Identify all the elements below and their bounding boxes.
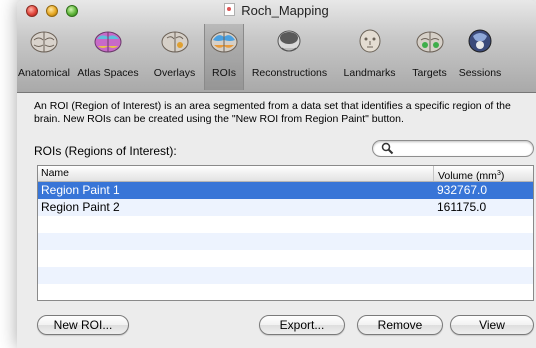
rois-panel: An ROI (Region of Interest) is an area s… xyxy=(17,93,536,348)
toolbar-item-atlas-spaces[interactable]: Atlas Spaces xyxy=(71,24,145,90)
toolbar-label-landmarks: Landmarks xyxy=(343,67,396,79)
table-row[interactable]: Region Paint 1 932767.0 xyxy=(38,182,533,199)
new-roi-button[interactable]: New ROI... xyxy=(37,315,129,335)
document-icon xyxy=(224,3,236,16)
row-name: Region Paint 2 xyxy=(41,200,120,214)
toolbar-item-reconstructions[interactable]: Reconstructions xyxy=(244,24,335,90)
row-volume: 932767.0 xyxy=(437,183,488,197)
export-button[interactable]: Export... xyxy=(259,315,345,335)
brain-overlay-icon xyxy=(161,31,188,53)
search-field[interactable] xyxy=(372,140,534,157)
row-name: Region Paint 1 xyxy=(41,183,120,197)
window-title-text: Roch_Mapping xyxy=(241,3,329,18)
toolbar-item-rois[interactable]: ROIs xyxy=(204,24,244,90)
toolbar-label-atlas-spaces: Atlas Spaces xyxy=(77,67,139,79)
unified-toolbar: Roch_Mapping Anatomical Atlas Spaces Ove… xyxy=(17,0,536,93)
column-header-name[interactable]: Name xyxy=(41,167,69,179)
toolbar-label-targets: Targets xyxy=(412,67,447,79)
roi-description: An ROI (Region of Interest) is an area s… xyxy=(34,100,511,125)
row-volume: 161175.0 xyxy=(437,200,487,214)
table-row[interactable]: Region Paint 2 161175.0 xyxy=(38,199,533,216)
brain-anatomical-icon xyxy=(30,31,58,53)
table-header: Name Volume (mm3) xyxy=(38,166,533,182)
empty-row xyxy=(38,216,533,233)
toolbar-label-reconstructions: Reconstructions xyxy=(251,67,328,79)
search-icon xyxy=(381,142,394,155)
empty-row xyxy=(38,284,533,300)
toolbar-label-rois: ROIs xyxy=(212,67,236,79)
head-reconstruction-icon xyxy=(277,30,300,52)
brain-targets-icon xyxy=(416,31,443,53)
column-header-volume-text: Volume (mm xyxy=(438,170,497,182)
rois-list-label: ROIs (Regions of Interest): xyxy=(34,144,177,158)
empty-row xyxy=(38,233,533,250)
head-landmarks-icon xyxy=(359,29,380,53)
column-header-volume[interactable]: Volume (mm3) xyxy=(433,166,529,182)
head-sessions-icon xyxy=(468,29,492,53)
title-bar: Roch_Mapping xyxy=(17,0,536,22)
app-window: Roch_Mapping Anatomical Atlas Spaces Ove… xyxy=(17,0,536,348)
toolbar-item-landmarks[interactable]: Landmarks xyxy=(335,24,404,90)
toolbar-item-anatomical[interactable]: Anatomical xyxy=(17,24,71,90)
window-title: Roch_Mapping xyxy=(17,3,536,18)
brain-roi-icon xyxy=(210,31,238,53)
table-body: Region Paint 1 932767.0 Region Paint 2 1… xyxy=(38,182,533,300)
toolbar-item-targets[interactable]: Targets xyxy=(404,24,455,90)
empty-row xyxy=(38,267,533,284)
toolbar-label-overlays: Overlays xyxy=(153,67,196,79)
column-header-volume-close: ) xyxy=(500,170,505,182)
brain-atlas-icon xyxy=(94,31,122,53)
toolbar-label-sessions: Sessions xyxy=(458,67,502,79)
remove-button[interactable]: Remove xyxy=(357,315,443,335)
toolbar-label-anatomical: Anatomical xyxy=(18,67,70,79)
empty-row xyxy=(38,250,533,267)
toolbar-item-overlays[interactable]: Overlays xyxy=(145,24,204,90)
roi-table[interactable]: Name Volume (mm3) Region Paint 1 932767.… xyxy=(37,165,534,301)
view-button[interactable]: View xyxy=(450,315,534,335)
toolbar-item-sessions[interactable]: Sessions xyxy=(455,24,505,90)
